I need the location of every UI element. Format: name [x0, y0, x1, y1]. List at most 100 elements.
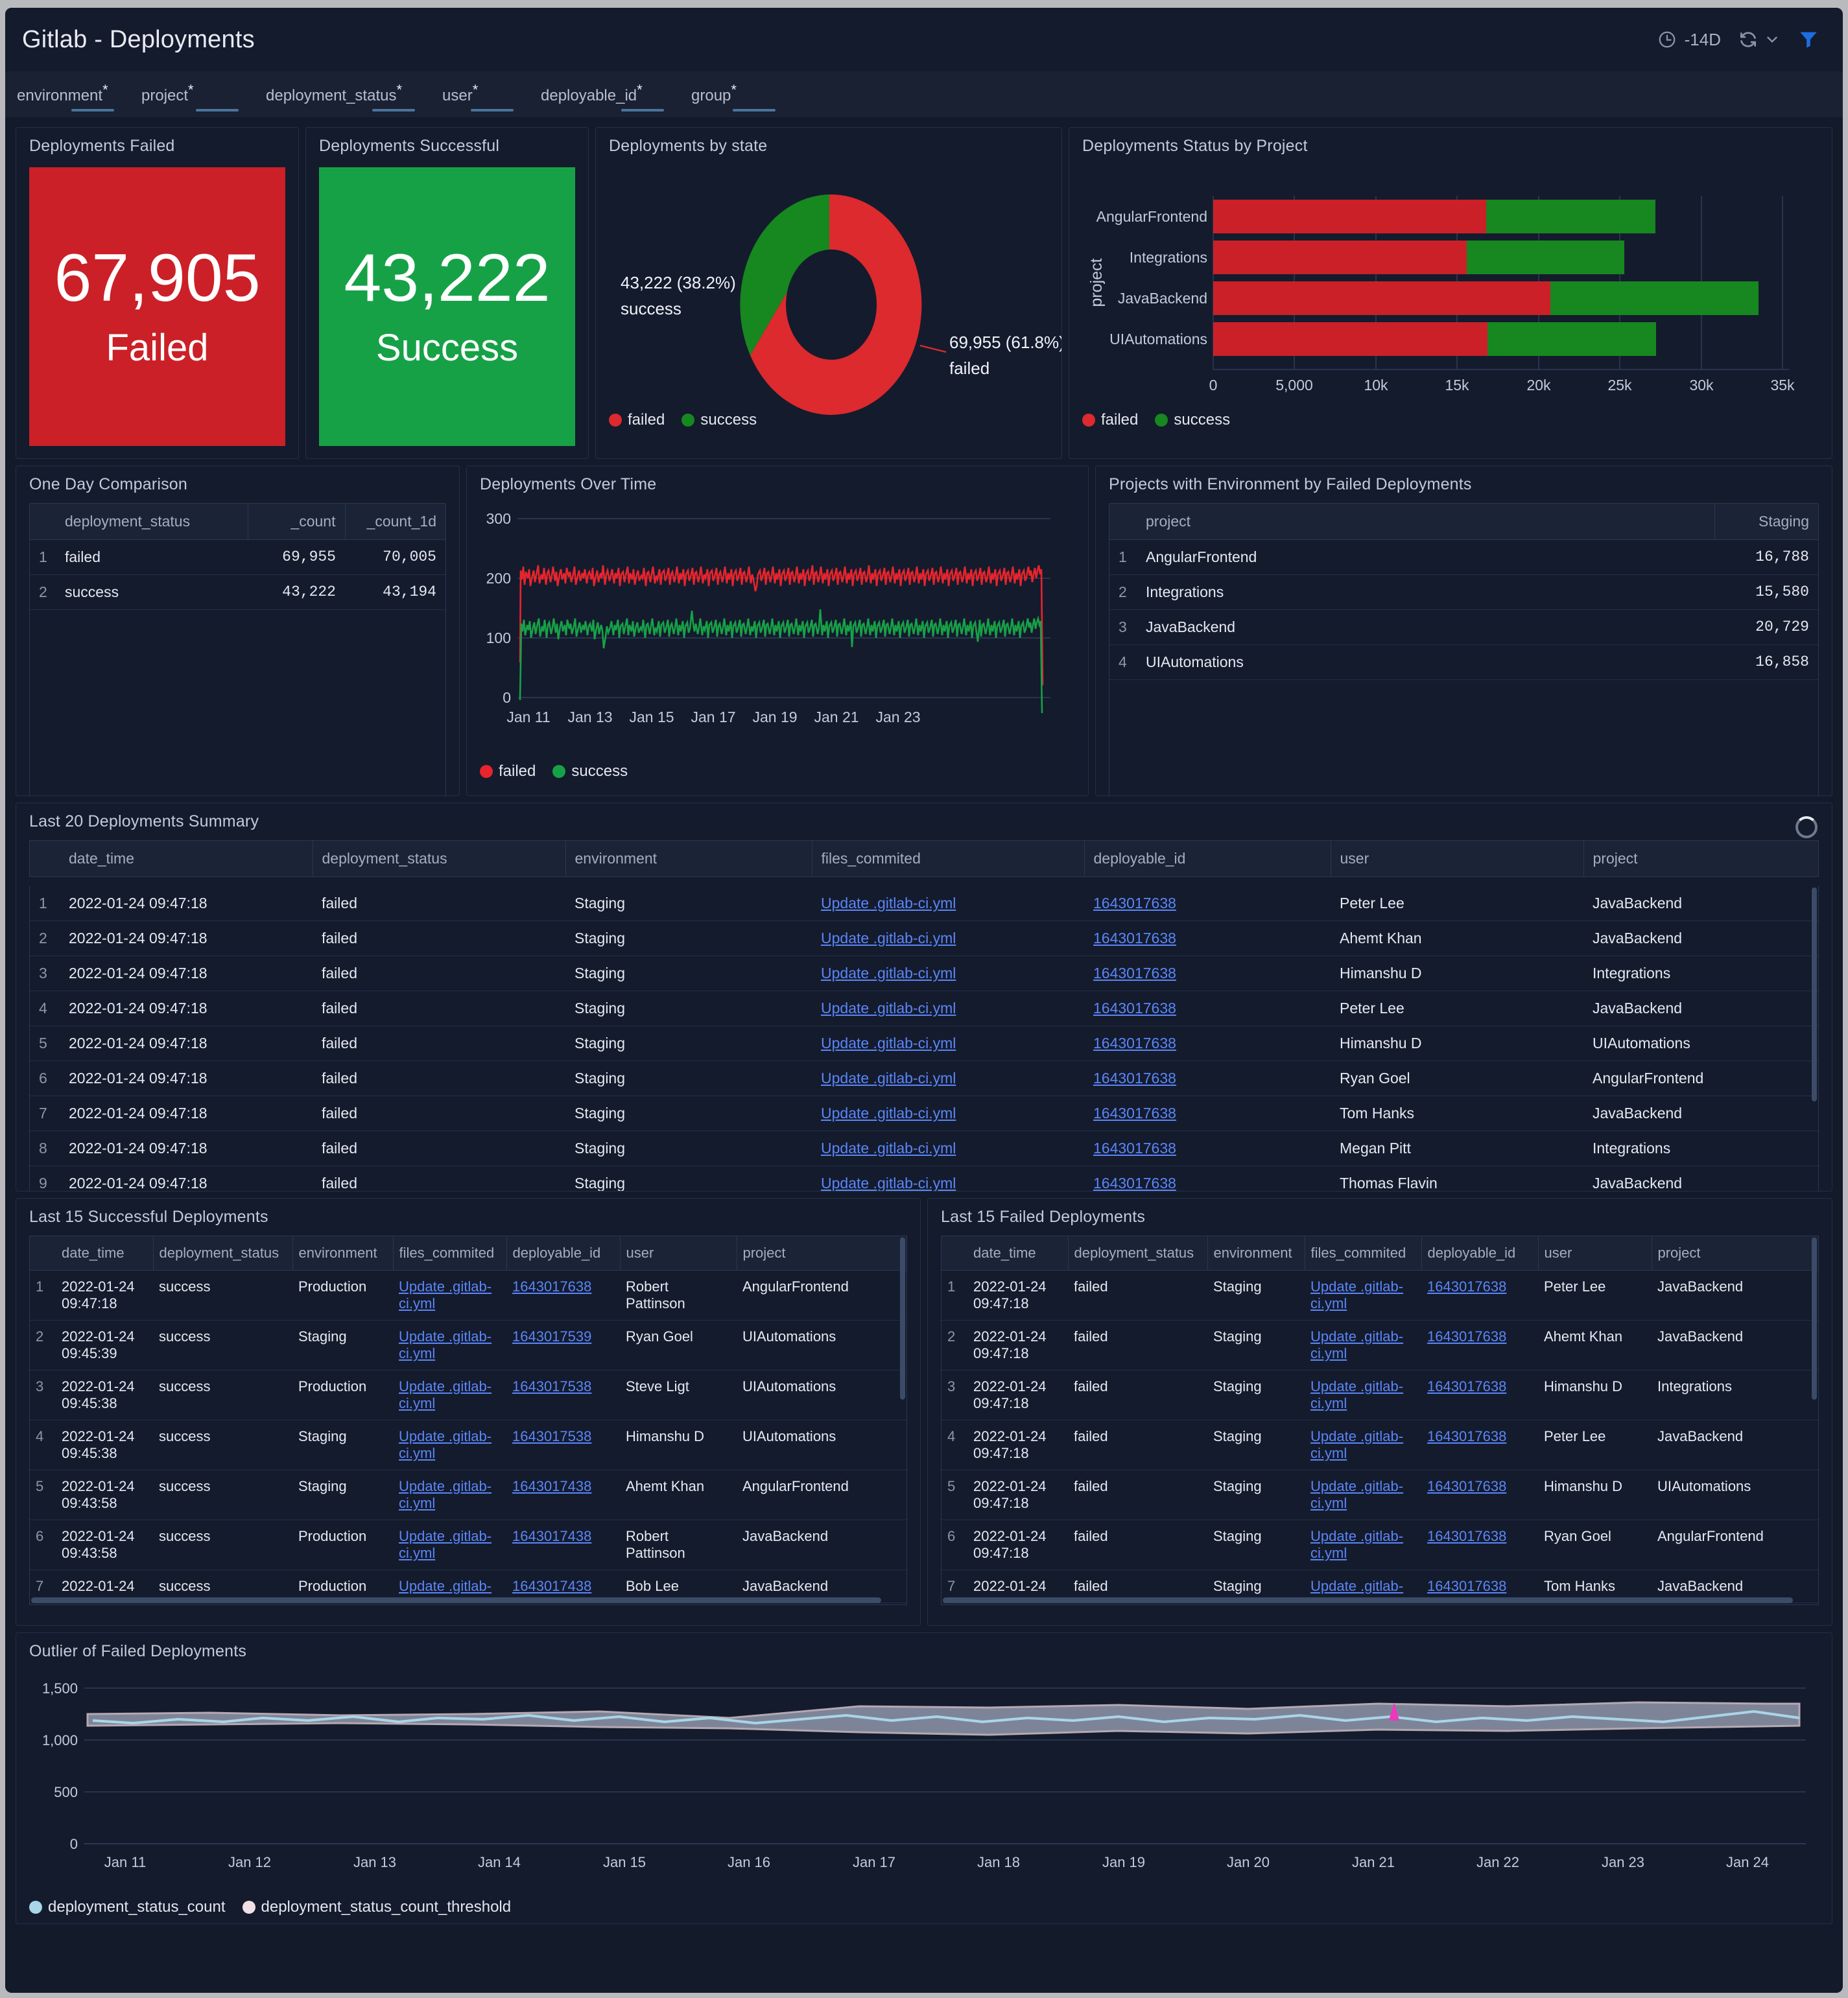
column-header-environment[interactable]: environment: [292, 1236, 393, 1271]
table-row[interactable]: 32022-01-24 09:47:18failedStagingUpdate …: [30, 956, 1818, 991]
table-row[interactable]: 2 success 43,222 43,194: [30, 575, 445, 610]
column-header-deployment-status[interactable]: deployment_status: [313, 841, 565, 877]
table-row[interactable]: 62022-01-24 09:43:58successProductionUpd…: [30, 1520, 906, 1570]
table-row[interactable]: 62022-01-24 09:47:18failedStagingUpdate …: [942, 1520, 1818, 1570]
column-header-files-commited[interactable]: files_commited: [1305, 1236, 1421, 1271]
filter-deployable-id[interactable]: deployable_id*: [541, 82, 664, 112]
files-commited-link[interactable]: Update .gitlab-: [1310, 1578, 1403, 1594]
filter-project[interactable]: project*: [141, 82, 239, 112]
deployable-id-link[interactable]: 1643017638: [1093, 895, 1176, 911]
deployable-id-link[interactable]: 1643017438: [512, 1478, 591, 1494]
table-row[interactable]: 1 failed 69,955 70,005: [30, 540, 445, 575]
files-commited-link[interactable]: Update .gitlab-ci.yml: [821, 1035, 956, 1052]
deployable-id-link[interactable]: 1643017638: [1093, 930, 1176, 946]
legend-item-deployment-status-count[interactable]: deployment_status_count: [29, 1898, 226, 1916]
column-header-project[interactable]: project: [737, 1236, 906, 1271]
deployable-id-link[interactable]: 1643017638: [1427, 1328, 1506, 1345]
filter-input-underline[interactable]: [196, 109, 239, 112]
files-commited-link[interactable]: Update .gitlab-ci.yml: [1310, 1328, 1403, 1361]
failed-table-scroll[interactable]: date_time deployment_status environment …: [941, 1236, 1819, 1605]
column-header-environment[interactable]: environment: [1207, 1236, 1305, 1271]
table-row[interactable]: 22022-01-24 09:47:18failedStagingUpdate …: [30, 921, 1818, 956]
deployable-id-link[interactable]: 1643017539: [512, 1328, 591, 1345]
filter-deployment-status[interactable]: deployment_status*: [266, 82, 415, 112]
deployable-id-link[interactable]: 1643017638: [1427, 1428, 1506, 1444]
files-commited-link[interactable]: Update .gitlab-ci.yml: [821, 1140, 956, 1157]
table-row[interactable]: 72022-01-24 09:47:18failedStagingUpdate …: [30, 1096, 1818, 1131]
files-commited-link[interactable]: Update .gitlab-ci.yml: [399, 1478, 492, 1511]
column-header-deployable-id[interactable]: deployable_id: [1084, 841, 1331, 877]
legend-item-deployment-status-count-threshold[interactable]: deployment_status_count_threshold: [243, 1898, 512, 1916]
deployable-id-link[interactable]: 1643017638: [1093, 1000, 1176, 1017]
files-commited-link[interactable]: Update .gitlab-ci.yml: [821, 895, 956, 911]
vertical-scrollbar[interactable]: [900, 1238, 905, 1400]
table-row[interactable]: 22022-01-24 09:47:18failedStagingUpdate …: [942, 1321, 1818, 1370]
column-header-staging[interactable]: Staging: [1714, 504, 1818, 540]
files-commited-link[interactable]: Update .gitlab-ci.yml: [1310, 1378, 1403, 1411]
deployable-id-link[interactable]: 1643017538: [512, 1428, 591, 1444]
table-row[interactable]: 4 UIAutomations 16,858: [1109, 645, 1818, 680]
column-header-files-commited[interactable]: files_commited: [812, 841, 1084, 877]
vertical-scrollbar[interactable]: [1812, 1238, 1817, 1400]
column-header-count[interactable]: _count: [248, 504, 345, 540]
legend-item-failed[interactable]: failed: [609, 411, 665, 429]
deployable-id-link[interactable]: 1643017638: [1093, 1070, 1176, 1087]
files-commited-link[interactable]: Update .gitlab-ci.yml: [399, 1328, 492, 1361]
kpi-tile-success[interactable]: 43,222 Success: [319, 167, 575, 446]
column-header-deployment-status[interactable]: deployment_status: [153, 1236, 292, 1271]
column-header-project[interactable]: project: [1652, 1236, 1818, 1271]
time-range-picker[interactable]: -14D: [1657, 30, 1721, 50]
column-header-environment[interactable]: environment: [565, 841, 812, 877]
files-commited-link[interactable]: Update .gitlab-ci.yml: [399, 1528, 492, 1561]
filter-group[interactable]: group*: [691, 82, 776, 112]
files-commited-link[interactable]: Update .gitlab-ci.yml: [821, 1070, 956, 1087]
filter-icon[interactable]: [1797, 29, 1819, 51]
column-header-deployment-status[interactable]: deployment_status: [1068, 1236, 1207, 1271]
column-header-project[interactable]: project: [1583, 841, 1818, 877]
filter-environment[interactable]: environment*: [17, 82, 114, 112]
files-commited-link[interactable]: Update .gitlab-ci.yml: [399, 1428, 492, 1461]
table-row[interactable]: 42022-01-24 09:47:18failedStagingUpdate …: [942, 1420, 1818, 1470]
chevron-down-icon[interactable]: [1764, 31, 1781, 48]
success-table-scroll[interactable]: date_time deployment_status environment …: [29, 1236, 907, 1605]
column-header-date-time[interactable]: date_time: [967, 1236, 1068, 1271]
column-header-user[interactable]: user: [1331, 841, 1583, 877]
kpi-tile-failed[interactable]: 67,905 Failed: [29, 167, 285, 446]
table-row[interactable]: 62022-01-24 09:47:18failedStagingUpdate …: [30, 1061, 1818, 1096]
deployable-id-link[interactable]: 1643017638: [1093, 1140, 1176, 1157]
files-commited-link[interactable]: Update .gitlab-ci.yml: [1310, 1278, 1403, 1311]
column-header-deployable-id[interactable]: deployable_id: [506, 1236, 620, 1271]
files-commited-link[interactable]: Update .gitlab-ci.yml: [1310, 1528, 1403, 1561]
filter-user[interactable]: user*: [442, 82, 514, 112]
legend-item-failed[interactable]: failed: [480, 762, 536, 781]
files-commited-link[interactable]: Update .gitlab-ci.yml: [821, 1105, 956, 1122]
table-row[interactable]: 12022-01-24 09:47:18successProductionUpd…: [30, 1271, 906, 1321]
refresh-icon[interactable]: [1738, 29, 1759, 50]
donut-chart[interactable]: 43,222 (38.2%) success 69,955 (61.8%) fa…: [596, 156, 1061, 441]
table-row[interactable]: 52022-01-24 09:43:58successStagingUpdate…: [30, 1470, 906, 1520]
column-header-user[interactable]: user: [620, 1236, 737, 1271]
horizontal-scrollbar[interactable]: [943, 1597, 1793, 1603]
table-row[interactable]: 12022-01-24 09:47:18failedStagingUpdate …: [942, 1271, 1818, 1321]
time-series-chart[interactable]: 300 200 100 0 Jan 11 Jan 13: [467, 494, 1088, 786]
horizontal-scrollbar[interactable]: [31, 1597, 881, 1603]
table-row[interactable]: 3 JavaBackend 20,729: [1109, 610, 1818, 645]
deployable-id-link[interactable]: 1643017438: [512, 1528, 591, 1544]
table-row[interactable]: 82022-01-24 09:47:18failedStagingUpdate …: [30, 1131, 1818, 1166]
filter-input-underline[interactable]: [372, 109, 415, 112]
deployable-id-link[interactable]: 1643017638: [1427, 1278, 1506, 1295]
deployable-id-link[interactable]: 1643017438: [512, 1578, 591, 1594]
refresh-control[interactable]: [1738, 29, 1781, 50]
files-commited-link[interactable]: Update .gitlab-ci.yml: [399, 1378, 492, 1411]
files-commited-link[interactable]: Update .gitlab-ci.yml: [821, 965, 956, 981]
deployable-id-link[interactable]: 1643017638: [1093, 1105, 1176, 1122]
stacked-bar-chart[interactable]: AngularFrontend Integrations JavaBackend…: [1069, 156, 1832, 441]
column-header-date-time[interactable]: date_time: [56, 1236, 153, 1271]
table-row[interactable]: 52022-01-24 09:47:18failedStagingUpdate …: [942, 1470, 1818, 1520]
column-header-date-time[interactable]: date_time: [60, 841, 313, 877]
legend-item-success[interactable]: success: [1155, 411, 1230, 429]
files-commited-link[interactable]: Update .gitlab-ci.yml: [399, 1278, 492, 1311]
deployable-id-link[interactable]: 1643017638: [1093, 1035, 1176, 1052]
files-commited-link[interactable]: Update .gitlab-ci.yml: [821, 1000, 956, 1017]
table-row[interactable]: 12022-01-24 09:47:18failedStagingUpdate …: [30, 886, 1818, 921]
